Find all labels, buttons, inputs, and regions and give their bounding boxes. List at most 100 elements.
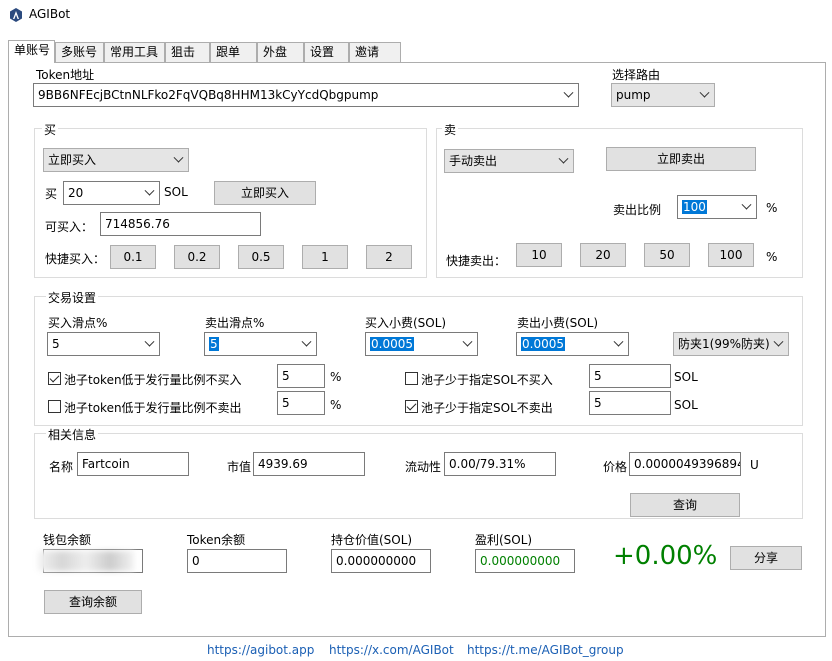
market-cap-label: 市值 bbox=[227, 460, 252, 474]
available-field[interactable]: 714856.76 bbox=[100, 212, 261, 236]
tab-copy-trade[interactable]: 跟单 bbox=[210, 42, 257, 62]
website-link[interactable]: https://agibot.app bbox=[207, 643, 314, 657]
sell-ratio-value: 100 bbox=[682, 200, 707, 214]
opt4-field[interactable]: 5 bbox=[589, 391, 671, 415]
quick-sell-button[interactable]: 20 bbox=[580, 243, 626, 267]
route-label: 选择路由 bbox=[612, 68, 661, 82]
buy-mode-select[interactable]: 立即买入 bbox=[43, 148, 189, 172]
sell-fee-label: 卖出小费(SOL) bbox=[517, 316, 599, 330]
anti-mev-select[interactable]: 防夹1(99%防夹) bbox=[673, 332, 789, 356]
quick-sell-button[interactable]: 100 bbox=[708, 243, 754, 267]
quick-sell-button[interactable]: 10 bbox=[516, 243, 562, 267]
buy-fee-select[interactable]: 0.0005 bbox=[365, 332, 478, 356]
redacted-balance bbox=[38, 551, 134, 571]
sell-group-title: 卖 bbox=[442, 121, 459, 138]
pnl-percent: +0.00% bbox=[613, 541, 718, 571]
token-address-label: Token地址 bbox=[36, 68, 95, 82]
tab-tools[interactable]: 常用工具 bbox=[104, 42, 165, 62]
opt3-checkbox[interactable] bbox=[48, 400, 61, 413]
quick-buy-button[interactable]: 0.2 bbox=[174, 245, 220, 269]
liquidity-field[interactable]: 0.00/79.31% bbox=[444, 452, 556, 476]
opt1-field[interactable]: 5 bbox=[277, 364, 325, 388]
sell-slippage-select[interactable]: 5 bbox=[204, 332, 317, 356]
sell-ratio-label: 卖出比例 bbox=[613, 203, 662, 217]
sell-fee-select[interactable]: 0.0005 bbox=[516, 332, 629, 356]
sell-now-button[interactable]: 立即卖出 bbox=[606, 147, 756, 171]
quick-buy-button[interactable]: 1 bbox=[302, 245, 348, 269]
tab-multi-account[interactable]: 多账号 bbox=[55, 42, 104, 62]
route-select[interactable]: pump bbox=[611, 83, 715, 107]
buy-now-button[interactable]: 立即买入 bbox=[214, 181, 316, 205]
quick-buy-button[interactable]: 2 bbox=[366, 245, 412, 269]
buy-amount-label: 买 bbox=[45, 187, 58, 201]
token-balance-label: Token余额 bbox=[187, 533, 246, 547]
chevron-down-icon bbox=[741, 199, 752, 210]
chevron-down-icon bbox=[301, 336, 312, 347]
wallet-balance-label: 钱包余额 bbox=[43, 533, 92, 547]
chevron-down-icon bbox=[462, 336, 473, 347]
buy-mode-value: 立即买入 bbox=[48, 153, 97, 167]
chevron-down-icon bbox=[563, 87, 574, 98]
chevron-down-icon bbox=[699, 87, 710, 98]
app-logo-icon bbox=[10, 8, 22, 22]
query-button[interactable]: 查询 bbox=[630, 493, 740, 517]
tab-snipe[interactable]: 狙击 bbox=[165, 42, 210, 62]
opt3-label: 池子token低于发行量比例不卖出 bbox=[64, 401, 242, 415]
tab-settings[interactable]: 设置 bbox=[304, 42, 349, 62]
opt2-field[interactable]: 5 bbox=[589, 364, 671, 388]
anti-mev-value: 防夹1(99%防夹) bbox=[678, 337, 770, 351]
pnl-label: 盈利(SOL) bbox=[475, 533, 533, 547]
tab-external[interactable]: 外盘 bbox=[257, 42, 304, 62]
share-button[interactable]: 分享 bbox=[730, 546, 802, 570]
window-title: AGIBot bbox=[29, 7, 71, 21]
opt2-unit: SOL bbox=[674, 370, 698, 384]
sell-slippage-value: 5 bbox=[209, 337, 219, 351]
quick-sell-button[interactable]: 50 bbox=[644, 243, 690, 267]
buy-group-title: 买 bbox=[42, 121, 59, 138]
opt4-checkbox[interactable] bbox=[405, 400, 418, 413]
buy-slippage-label: 买入滑点% bbox=[48, 316, 108, 330]
chevron-down-icon bbox=[144, 185, 155, 196]
opt1-label: 池子token低于发行量比例不买入 bbox=[64, 373, 242, 387]
query-balance-button[interactable]: 查询余额 bbox=[44, 590, 142, 614]
pnl-field[interactable]: 0.000000000 bbox=[475, 549, 575, 573]
opt2-checkbox[interactable] bbox=[405, 372, 418, 385]
price-field[interactable]: 0.00000493968945 bbox=[629, 452, 741, 476]
buy-amount-value: 20 bbox=[68, 186, 84, 200]
available-label: 可买入： bbox=[45, 220, 94, 234]
sell-mode-select[interactable]: 手动卖出 bbox=[444, 149, 574, 173]
quick-buy-button[interactable]: 0.1 bbox=[110, 245, 156, 269]
info-group-title: 相关信息 bbox=[46, 426, 99, 443]
chevron-down-icon bbox=[144, 336, 155, 347]
token-address-select[interactable]: 9BB6NFEcjBCtnNLFko2FqVQBq8HHM13kCyYcdQbg… bbox=[33, 83, 579, 107]
buy-slippage-select[interactable]: 5 bbox=[47, 332, 160, 356]
opt4-unit: SOL bbox=[674, 398, 698, 412]
tab-invite[interactable]: 邀请 bbox=[349, 42, 401, 62]
chevron-down-icon bbox=[173, 152, 184, 163]
liquidity-label: 流动性 bbox=[405, 460, 442, 474]
token-name-label: 名称 bbox=[49, 460, 74, 474]
token-address-value: 9BB6NFEcjBCtnNLFko2FqVQBq8HHM13kCyYcdQbg… bbox=[38, 88, 379, 102]
holding-value-label: 持仓价值(SOL) bbox=[331, 533, 413, 547]
quick-sell-label: 快捷卖出： bbox=[446, 254, 507, 268]
quick-buy-button[interactable]: 0.5 bbox=[238, 245, 284, 269]
route-value: pump bbox=[616, 88, 651, 102]
holding-value-field[interactable]: 0.000000000 bbox=[331, 549, 431, 573]
buy-amount-select[interactable]: 20 bbox=[63, 181, 160, 205]
trade-settings-title: 交易设置 bbox=[46, 289, 99, 306]
chevron-down-icon bbox=[558, 153, 569, 164]
telegram-link[interactable]: https://t.me/AGIBot_group bbox=[467, 643, 624, 657]
buy-slippage-value: 5 bbox=[52, 337, 60, 351]
opt3-field[interactable]: 5 bbox=[277, 391, 325, 415]
chevron-down-icon bbox=[773, 336, 784, 347]
buy-unit-label: SOL bbox=[164, 185, 188, 199]
opt4-label: 池子少于指定SOL不卖出 bbox=[421, 401, 553, 415]
token-balance-field[interactable]: 0 bbox=[187, 549, 287, 573]
token-name-field[interactable]: Fartcoin bbox=[77, 452, 189, 476]
sell-ratio-select[interactable]: 100 bbox=[677, 195, 757, 219]
tab-single-account[interactable]: 单账号 bbox=[8, 40, 55, 63]
market-cap-field[interactable]: 4939.69 bbox=[253, 452, 365, 476]
chevron-down-icon bbox=[613, 336, 624, 347]
x-link[interactable]: https://x.com/AGIBot bbox=[329, 643, 454, 657]
opt1-checkbox[interactable] bbox=[48, 372, 61, 385]
